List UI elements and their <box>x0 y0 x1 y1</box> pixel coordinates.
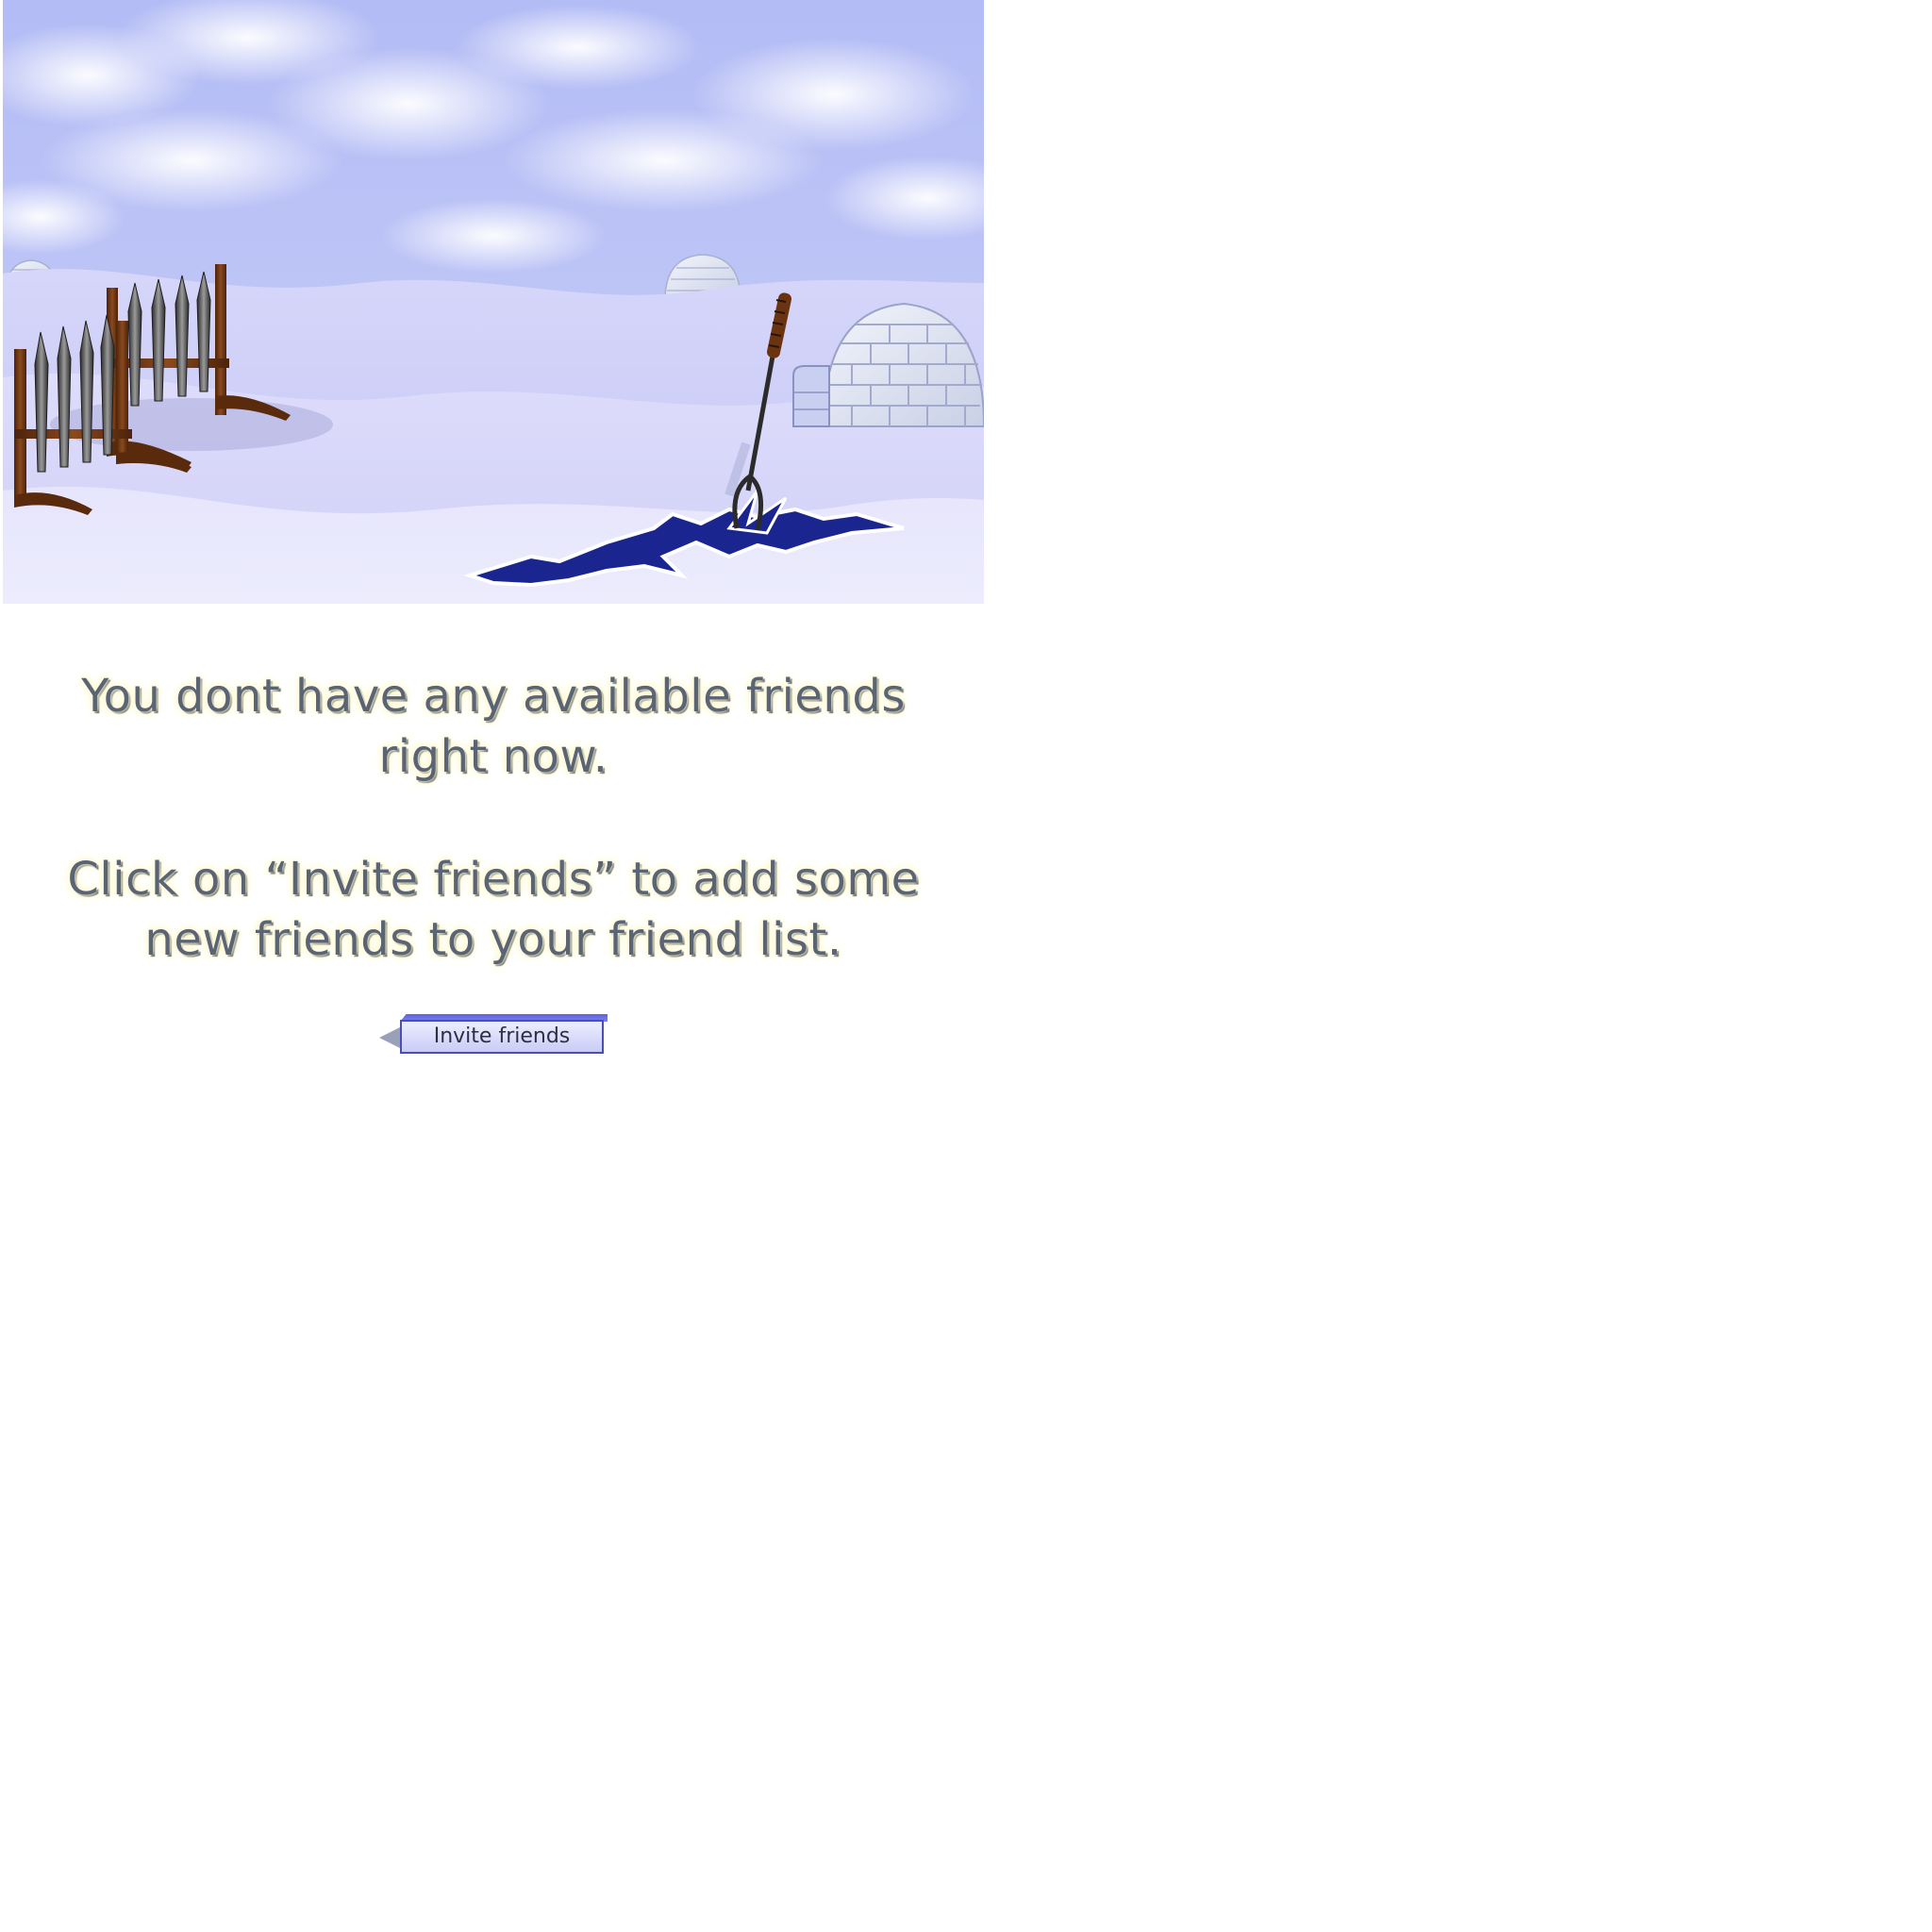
invite-friends-button[interactable]: Invite friends <box>400 1020 604 1054</box>
message-line: Click on “Invite friends” to add some <box>67 853 920 906</box>
scene-illustration <box>3 0 984 604</box>
arrow-left-icon <box>379 1027 400 1048</box>
message-line: You dont have any available friends <box>81 670 906 723</box>
snowy-village-scene <box>3 0 984 604</box>
message-line: new friends to your friend list. <box>144 913 842 966</box>
friends-panel: You dont have any available friends righ… <box>0 0 1932 1932</box>
invite-instructions: Click on “Invite friends” to add some ne… <box>3 849 984 970</box>
message-line: right now. <box>378 730 608 783</box>
no-friends-message: You dont have any available friends righ… <box>3 666 984 787</box>
invite-button-group: Invite friends <box>379 1014 608 1059</box>
